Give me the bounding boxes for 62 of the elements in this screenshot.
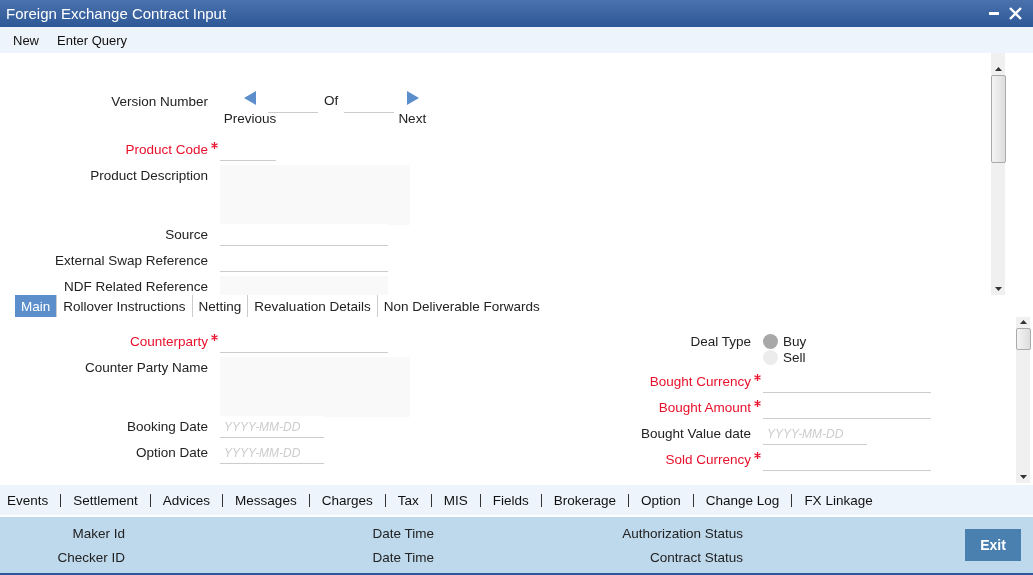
link[interactable]: Fields <box>479 493 541 507</box>
field-label: Counterparty <box>128 333 208 349</box>
previous-arrow-icon[interactable] <box>243 91 257 105</box>
required-asterisk-icon <box>753 452 761 459</box>
field-label: Bought Value date <box>639 425 751 441</box>
link[interactable]: Brokerage <box>540 493 628 507</box>
link[interactable]: Messages <box>222 493 309 507</box>
link[interactable]: Change Log <box>692 493 792 507</box>
minimize-icon <box>989 12 999 15</box>
required-asterisk-icon <box>210 142 218 149</box>
link[interactable]: Tax <box>384 493 431 507</box>
link[interactable]: Advices <box>149 493 223 507</box>
audit-label: Checker ID <box>57 549 125 565</box>
link[interactable]: FX Linkage <box>791 493 885 507</box>
required-asterisk-icon <box>210 334 218 341</box>
radio-label: Sell <box>783 349 806 365</box>
audit-label: Date Time <box>372 525 434 541</box>
scroll-up-arrow-icon[interactable] <box>1019 320 1027 324</box>
input-field[interactable] <box>220 276 388 295</box>
field-label: Version Number <box>110 93 208 109</box>
field-label: Deal Type <box>689 333 751 349</box>
required-asterisk-icon <box>753 400 761 407</box>
field-label: Option Date <box>134 444 208 460</box>
scroll-down-arrow-icon[interactable] <box>1019 475 1027 479</box>
link[interactable]: Option <box>628 493 693 507</box>
field-label: NDF Related Reference <box>62 278 208 294</box>
radio-button[interactable] <box>763 349 778 365</box>
close-icon <box>1009 7 1022 20</box>
menu-item[interactable]: New <box>13 32 39 48</box>
of-label: Of <box>324 92 339 108</box>
field-label: Bought Amount <box>657 399 751 415</box>
audit-label: Maker Id <box>72 525 125 541</box>
field-label: Product Code <box>124 141 208 157</box>
next-arrow-icon[interactable] <box>405 91 419 105</box>
field-label: Bought Currency <box>648 373 751 389</box>
link[interactable]: MIS <box>430 493 480 507</box>
scrollbar-thumb[interactable] <box>1015 328 1031 350</box>
radio-button[interactable] <box>763 333 778 349</box>
link[interactable]: Settlement <box>60 493 150 507</box>
link[interactable]: Events <box>7 493 61 507</box>
link[interactable]: Charges <box>308 493 385 507</box>
field-label: Source <box>164 226 208 242</box>
field-label: Product Description <box>89 167 208 183</box>
next-label: Next <box>398 111 427 126</box>
menu-item[interactable]: Enter Query <box>57 32 128 48</box>
scrollbar-thumb[interactable] <box>990 75 1006 163</box>
required-asterisk-icon <box>753 374 761 381</box>
field-label: External Swap Reference <box>53 252 208 268</box>
window-title: Foreign Exchange Contract Input <box>6 5 228 22</box>
field-label: Sold Currency <box>664 451 751 467</box>
exit-button[interactable]: Exit <box>965 529 1021 561</box>
field-label: Counter Party Name <box>83 359 208 375</box>
radio-label: Buy <box>783 333 807 349</box>
previous-label: Previous <box>223 111 277 126</box>
scroll-down-arrow-icon[interactable] <box>994 287 1002 291</box>
audit-label: Contract Status <box>649 549 743 565</box>
scroll-up-arrow-icon[interactable] <box>994 67 1002 71</box>
audit-label: Date Time <box>372 549 434 565</box>
field-label: Booking Date <box>125 418 208 434</box>
scrollbar[interactable] <box>1016 317 1030 483</box>
scrollbar[interactable] <box>991 53 1005 295</box>
audit-label: Authorization Status <box>622 525 743 541</box>
